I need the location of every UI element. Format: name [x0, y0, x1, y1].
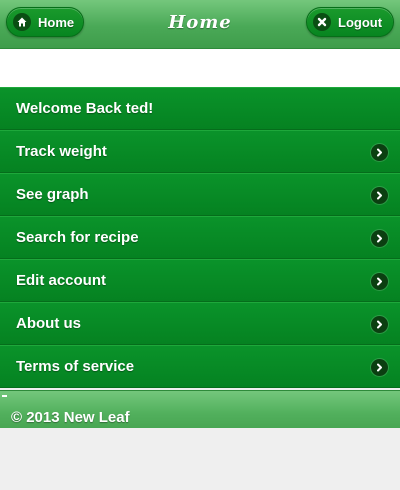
- menu-item-label: Search for recipe: [16, 229, 139, 246]
- footer-bar: © 2013 New Leaf: [0, 390, 400, 428]
- chevron-right-icon: [371, 273, 388, 290]
- menu-item-label: See graph: [16, 186, 89, 203]
- logout-button-label: Logout: [338, 14, 383, 30]
- menu-item-see-graph[interactable]: See graph: [0, 173, 400, 216]
- menu-item-terms-of-service[interactable]: Terms of service: [0, 345, 400, 388]
- menu-item-track-weight[interactable]: Track weight: [0, 130, 400, 173]
- close-icon: [313, 13, 331, 31]
- menu-item-search-recipe[interactable]: Search for recipe: [0, 216, 400, 259]
- copyright-text: © 2013 New Leaf: [11, 409, 130, 426]
- footer-divider: [2, 395, 7, 397]
- logout-button[interactable]: Logout: [306, 7, 394, 37]
- menu-item-label: Track weight: [16, 143, 107, 160]
- header-bar: Home Home Logout: [0, 0, 400, 49]
- menu-item-edit-account[interactable]: Edit account: [0, 259, 400, 302]
- menu-item-label: About us: [16, 315, 81, 332]
- chevron-right-icon: [371, 187, 388, 204]
- menu-item-about-us[interactable]: About us: [0, 302, 400, 345]
- menu-item-label: Edit account: [16, 272, 107, 289]
- chevron-right-icon: [371, 316, 388, 333]
- welcome-text: Welcome Back ted!: [16, 100, 154, 117]
- chevron-right-icon: [371, 230, 388, 247]
- chevron-right-icon: [371, 144, 388, 161]
- menu-item-label: Terms of service: [16, 358, 135, 375]
- content-spacer: [0, 49, 400, 87]
- welcome-message: Welcome Back ted!: [0, 87, 400, 130]
- chevron-right-icon: [371, 359, 388, 376]
- main-menu-list: Welcome Back ted! Track weight See graph…: [0, 87, 400, 388]
